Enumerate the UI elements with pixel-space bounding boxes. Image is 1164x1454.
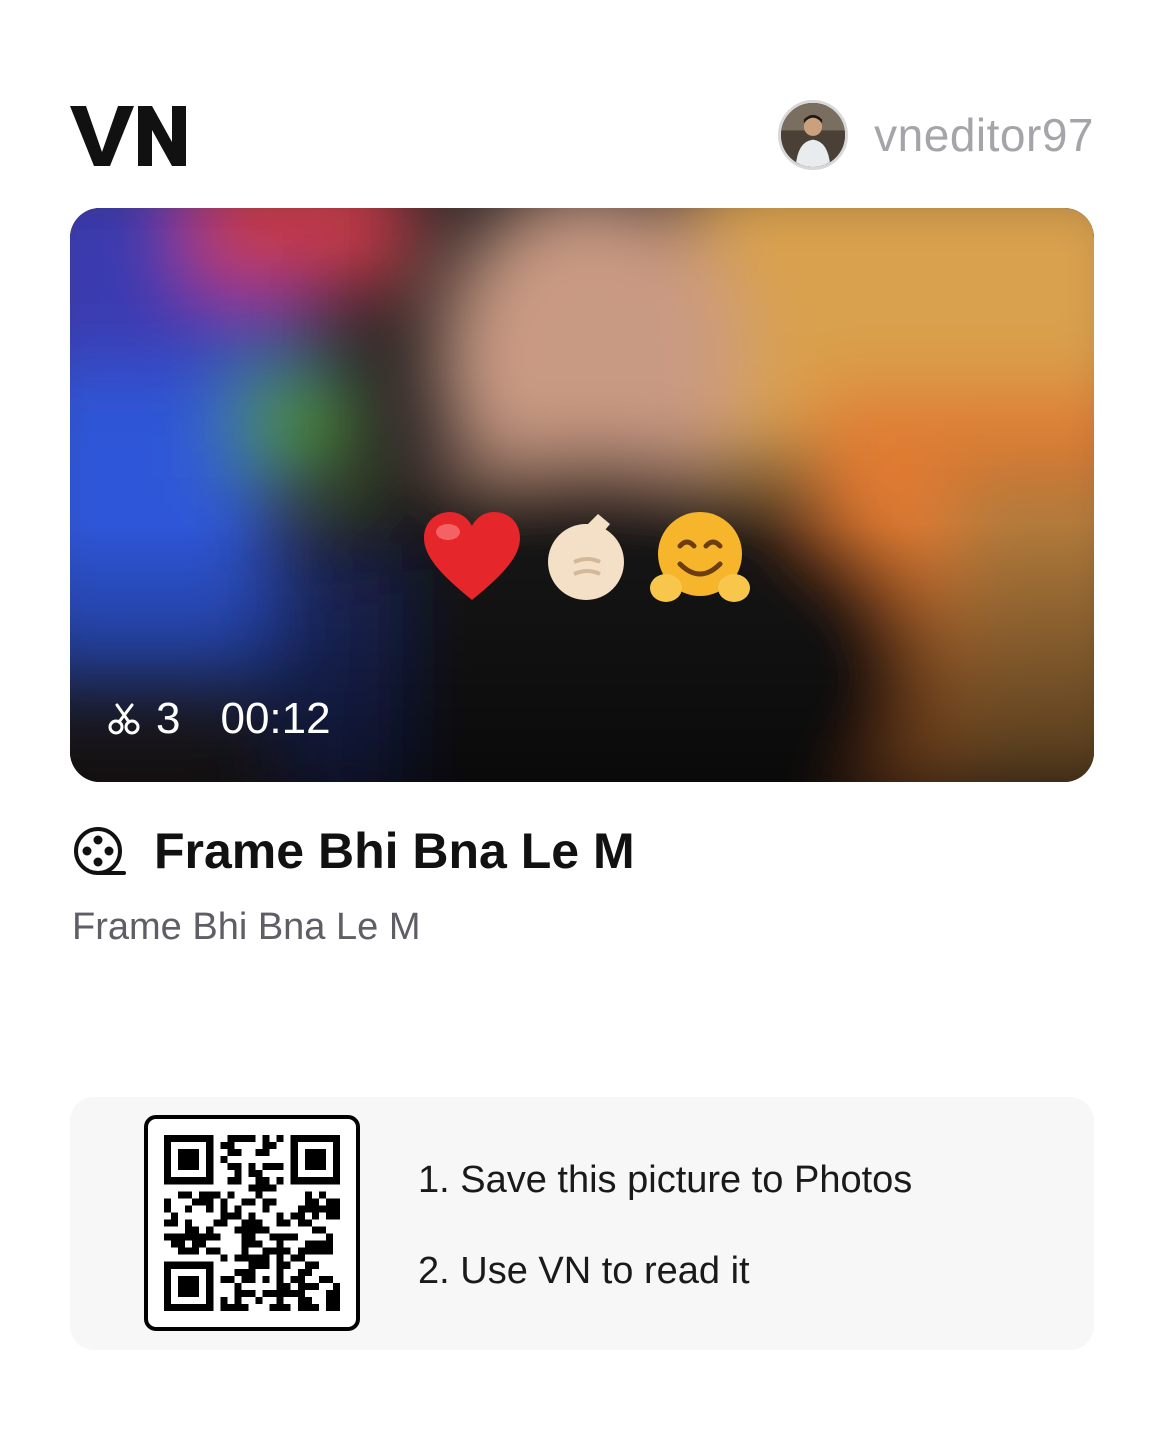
hugging-face-icon xyxy=(650,512,750,602)
scissors-icon xyxy=(108,703,140,735)
project-title: Frame Bhi Bna Le M xyxy=(154,823,635,879)
video-duration: 00:12 xyxy=(220,694,331,743)
project-title-row: Frame Bhi Bna Le M xyxy=(72,822,635,880)
emoji-sticker xyxy=(420,508,752,608)
pointing-hand-icon xyxy=(548,514,624,600)
clip-count: 3 xyxy=(156,694,181,743)
vn-logo xyxy=(70,106,186,166)
project-description: Frame Bhi Bna Le M xyxy=(72,906,421,948)
qr-step-1: 1. Save this picture to Photos xyxy=(418,1159,913,1201)
qr-code xyxy=(144,1115,360,1331)
avatar[interactable] xyxy=(778,100,849,170)
video-thumbnail[interactable]: 3 00:12 xyxy=(70,208,1094,782)
qr-code-pattern xyxy=(164,1135,340,1311)
video-meta: 3 00:12 xyxy=(108,694,331,744)
film-reel-icon xyxy=(74,827,126,875)
qr-instructions: 1. Save this picture to Photos 2. Use VN… xyxy=(418,1159,912,1293)
share-card: vneditor97 3 00:12 Frame Bhi Bna Le M Fr… xyxy=(0,0,1164,1454)
heart-icon xyxy=(424,512,520,600)
user-info[interactable]: vneditor97 xyxy=(778,98,1094,172)
qr-card: 1. Save this picture to Photos 2. Use VN… xyxy=(70,1097,1094,1350)
username[interactable]: vneditor97 xyxy=(874,108,1094,162)
qr-step-2: 2. Use VN to read it xyxy=(418,1250,750,1292)
